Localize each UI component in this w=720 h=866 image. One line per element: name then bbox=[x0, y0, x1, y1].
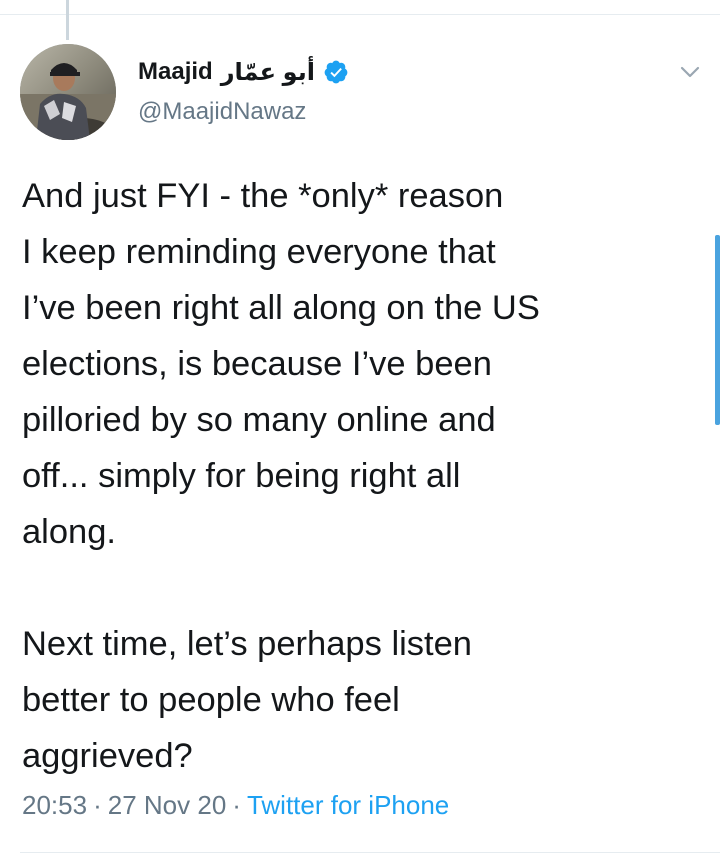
tweet-text: And just FYI - the *only* reason I keep … bbox=[22, 177, 540, 775]
profile-photo bbox=[20, 44, 116, 140]
tweet-source-link[interactable]: Twitter for iPhone bbox=[247, 790, 449, 820]
display-name[interactable]: Maajid bbox=[138, 58, 213, 86]
tweet-date: 27 Nov 20 bbox=[107, 790, 227, 820]
top-divider bbox=[0, 14, 720, 15]
display-name-arabic[interactable]: أبو عمّار bbox=[221, 58, 315, 87]
bottom-divider bbox=[20, 852, 720, 853]
scroll-indicator[interactable] bbox=[715, 235, 720, 425]
thread-connector-line bbox=[66, 0, 69, 40]
author-block: Maajid أبو عمّار @MaajidNawaz bbox=[138, 56, 658, 126]
user-handle[interactable]: @MaajidNawaz bbox=[138, 98, 658, 126]
tweet-meta: 20:53 · 27 Nov 20 · Twitter for iPhone bbox=[22, 790, 449, 821]
meta-separator: · bbox=[232, 790, 241, 820]
verified-badge-icon bbox=[323, 59, 349, 85]
tweet-time: 20:53 bbox=[22, 790, 88, 820]
name-row: Maajid أبو عمّار bbox=[138, 56, 658, 88]
chevron-down-icon[interactable] bbox=[678, 60, 702, 84]
avatar[interactable] bbox=[20, 44, 116, 140]
meta-separator: · bbox=[93, 790, 102, 820]
